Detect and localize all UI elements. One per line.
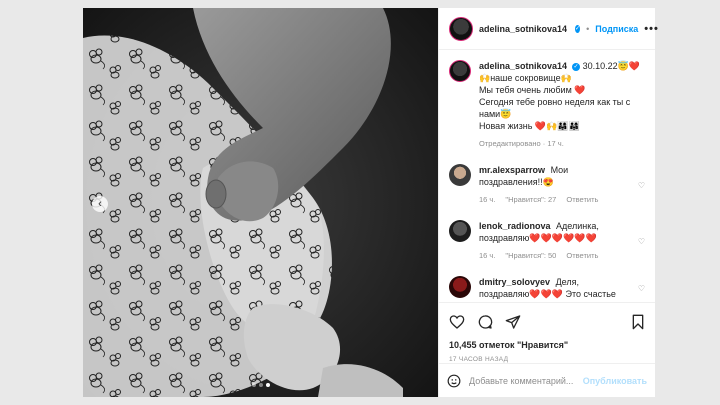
share-icon[interactable] bbox=[505, 314, 521, 330]
comment-item: mr.alexsparrow Мои поздравления!!😍 16 ч.… bbox=[449, 164, 645, 206]
comment-username[interactable]: mr.alexsparrow bbox=[479, 165, 545, 175]
follow-button[interactable]: Подписка bbox=[595, 24, 638, 34]
publish-button[interactable]: Опубликовать bbox=[583, 376, 647, 386]
comment-item: dmitry_solovyev Деля, поздравляю❤️❤️❤️ Э… bbox=[449, 276, 645, 300]
commenter-avatar[interactable] bbox=[449, 220, 471, 242]
baby-photo bbox=[83, 8, 438, 397]
like-heart-icon[interactable] bbox=[449, 314, 465, 330]
comments-list[interactable]: adelina_sotnikova14 ✓ 30.10.22😇❤️ 🙌наше с… bbox=[439, 50, 655, 302]
comment-item: lenok_radionova Аделинка, поздравляю❤️❤️… bbox=[449, 220, 645, 262]
add-comment-bar: Опубликовать bbox=[439, 363, 655, 397]
separator-dot: • bbox=[586, 23, 590, 34]
comment-username[interactable]: lenok_radionova bbox=[479, 221, 551, 231]
caption-line: 🙌наше сокровище🙌 bbox=[479, 73, 572, 83]
carousel-prev-button[interactable]: ‹ bbox=[92, 196, 108, 212]
emoji-icon[interactable] bbox=[447, 374, 461, 388]
caption-line: 30.10.22😇❤️ bbox=[582, 61, 641, 71]
verified-badge-icon: ✓ bbox=[575, 24, 581, 33]
carousel-dot-active bbox=[265, 383, 270, 387]
caption-line: Новая жизнь ❤️🙌👨‍👩‍👧👨‍👩‍👧 bbox=[479, 121, 580, 131]
comment-icon[interactable] bbox=[477, 314, 493, 330]
author-avatar[interactable] bbox=[449, 16, 473, 41]
comment-username[interactable]: dmitry_solovyev bbox=[479, 277, 550, 287]
comment-likes[interactable]: "Нравится": 50 bbox=[505, 250, 556, 262]
more-options-icon[interactable]: ••• bbox=[644, 23, 659, 35]
comment-input[interactable] bbox=[469, 375, 575, 386]
post-image[interactable]: ‹ bbox=[83, 8, 438, 397]
carousel-dot bbox=[251, 383, 256, 387]
reply-button[interactable]: Ответить bbox=[566, 250, 598, 262]
verified-badge-icon: ✓ bbox=[572, 62, 581, 71]
heart-icon[interactable]: ♡ bbox=[638, 284, 645, 293]
likes-count[interactable]: 10,455 отметок "Нравится" bbox=[439, 340, 655, 350]
comment-likes[interactable]: "Нравится": 27 bbox=[505, 194, 556, 206]
post-header: adelina_sotnikova14 ✓ • Подписка ••• bbox=[439, 8, 658, 50]
commenter-avatar[interactable] bbox=[449, 164, 471, 186]
bookmark-icon[interactable] bbox=[631, 314, 645, 330]
instagram-post: ‹ adelina_sotnikova14 ✓ • Подписка ••• a… bbox=[83, 8, 658, 397]
edited-label: Отредактировано · 17 ч. bbox=[479, 139, 564, 148]
post-sidebar: adelina_sotnikova14 ✓ • Подписка ••• ade… bbox=[438, 8, 658, 397]
reply-button[interactable]: Ответить bbox=[566, 194, 598, 206]
caption-username[interactable]: adelina_sotnikova14 bbox=[479, 61, 567, 71]
carousel-dot bbox=[258, 383, 263, 387]
caption-line: Мы тебя очень любим ❤️ bbox=[479, 85, 586, 95]
caption: adelina_sotnikova14 ✓ 30.10.22😇❤️ 🙌наше с… bbox=[449, 60, 645, 150]
comment-time[interactable]: 16 ч. bbox=[479, 250, 495, 262]
caption-line: Сегодня тебе ровно неделя как ты с нами😇 bbox=[479, 97, 631, 119]
author-avatar[interactable] bbox=[449, 60, 471, 82]
chevron-left-icon: ‹ bbox=[98, 197, 102, 210]
comment-time[interactable]: 16 ч. bbox=[479, 194, 495, 206]
heart-icon[interactable]: ♡ bbox=[638, 237, 645, 246]
heart-icon[interactable]: ♡ bbox=[638, 181, 645, 190]
action-bar bbox=[439, 302, 655, 340]
carousel-indicator bbox=[83, 383, 438, 387]
post-time-ago[interactable]: 17 ЧАСОВ НАЗАД bbox=[439, 350, 655, 363]
author-username[interactable]: adelina_sotnikova14 bbox=[479, 24, 567, 34]
commenter-avatar[interactable] bbox=[449, 276, 471, 298]
